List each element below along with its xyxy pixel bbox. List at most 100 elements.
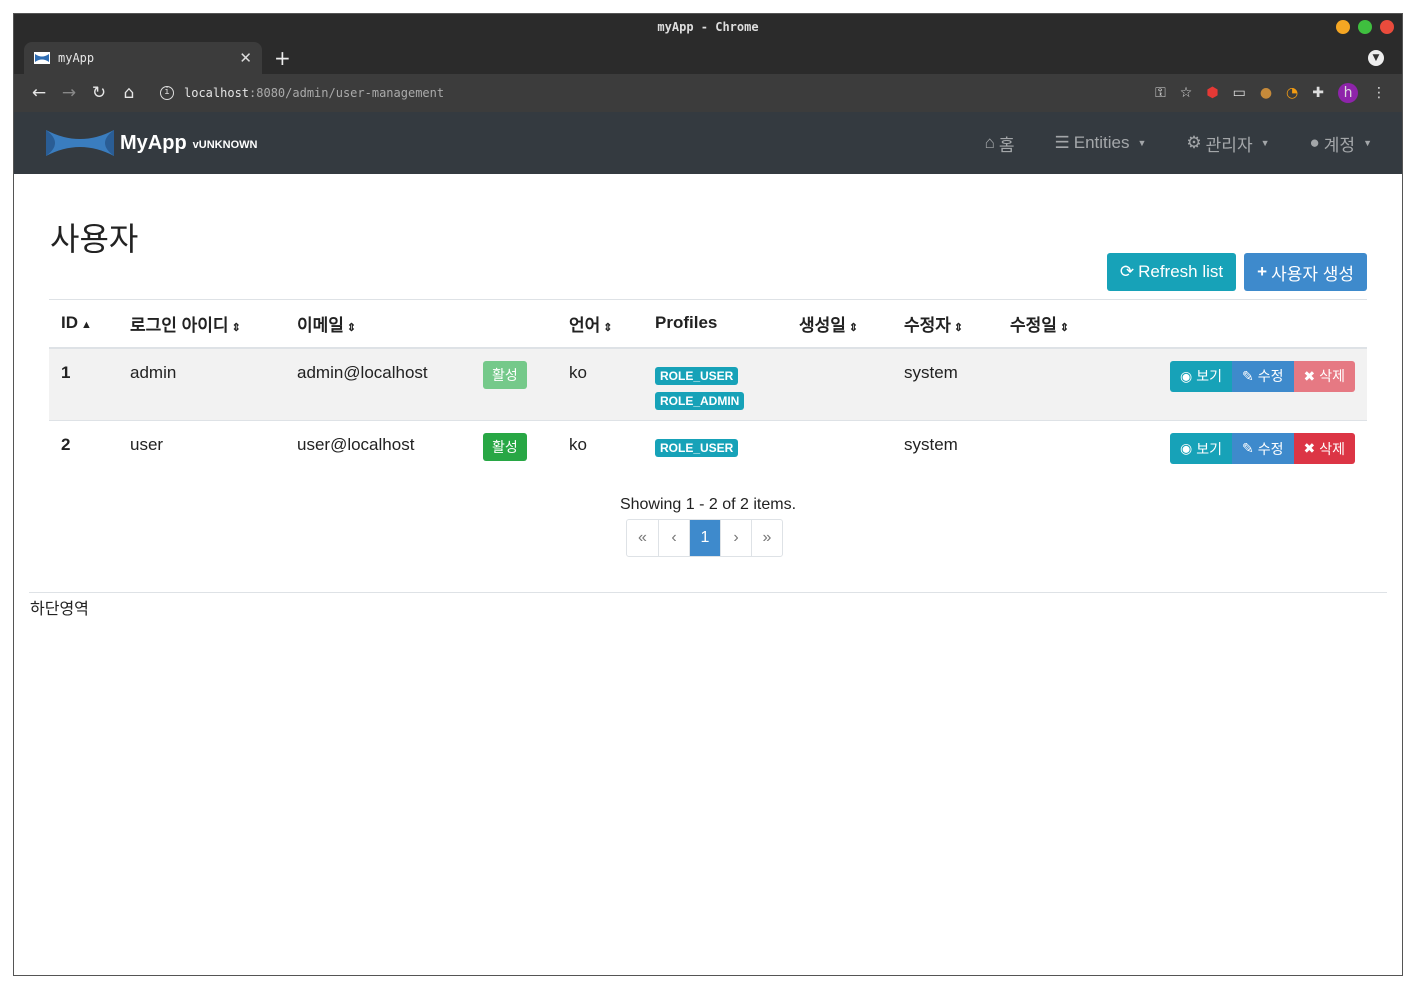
url-field[interactable]: i localhost:8080/admin/user-management [160, 86, 1155, 100]
status-badge[interactable]: 활성 [483, 433, 527, 461]
refresh-list-button[interactable]: ⟳ Refresh list [1106, 253, 1237, 291]
edit-button[interactable]: ✎ 수정 [1232, 433, 1294, 464]
page-last-button[interactable]: » [751, 520, 782, 556]
refresh-list-label: Refresh list [1138, 262, 1224, 281]
pagination-summary: Showing 1 - 2 of 2 items. [619, 496, 797, 513]
screen-extension-icon[interactable]: ▭ [1233, 85, 1246, 101]
page-prev-button[interactable]: ‹ [658, 520, 689, 556]
cell-profiles: ROLE_USER ROLE_ADMIN [643, 347, 787, 421]
rss-extension-icon[interactable]: ◔ [1286, 85, 1298, 101]
cell-modifier: system [892, 347, 998, 421]
close-window-button[interactable] [1380, 20, 1394, 34]
forward-button[interactable]: → [54, 83, 84, 103]
title-bar: myApp - Chrome [14, 14, 1402, 42]
nav-admin[interactable]: ⚙ 관리자 ▼ [1186, 131, 1269, 156]
delete-button[interactable]: ✖ 삭제 [1293, 433, 1355, 464]
cell-lang: ko [557, 420, 643, 493]
caret-down-icon: ▼ [1363, 138, 1372, 148]
col-login-label: 로그인 아이디 [130, 315, 229, 335]
maximize-button[interactable] [1358, 20, 1372, 34]
sort-icon: ⇕ [603, 321, 613, 334]
site-info-icon[interactable]: i [160, 86, 174, 100]
tab-strip: myApp ✕ + ▼ [14, 42, 1402, 74]
extensions-puzzle-icon[interactable]: ✚ [1312, 85, 1324, 101]
create-user-button[interactable]: + 사용자 생성 [1244, 253, 1367, 291]
user-icon: ● [1309, 133, 1320, 152]
nav-entities[interactable]: ☰ Entities ▼ [1055, 131, 1147, 156]
eye-icon: ◉ [1180, 367, 1193, 384]
col-created-label: 생성일 [799, 315, 846, 335]
new-tab-button[interactable]: + [274, 46, 291, 70]
view-label: 보기 [1196, 440, 1222, 457]
pencil-icon: ✎ [1242, 367, 1254, 384]
delete-button[interactable]: ✖ 삭제 [1293, 360, 1355, 392]
eye-icon: ◉ [1180, 440, 1193, 456]
browser-tab[interactable]: myApp ✕ [24, 42, 262, 74]
page-actions: ⟳ Refresh list + 사용자 생성 [1106, 253, 1367, 291]
profile-avatar[interactable]: h [1338, 83, 1358, 103]
footer-divider [29, 592, 1387, 593]
cell-modified [998, 347, 1098, 421]
col-login[interactable]: 로그인 아이디 ⇕ [118, 299, 285, 349]
edit-label: 수정 [1257, 368, 1284, 384]
home-button[interactable]: ⌂ [114, 83, 144, 103]
view-button[interactable]: ◉ 보기 [1170, 360, 1232, 392]
col-id-label: ID [61, 313, 78, 333]
view-button[interactable]: ◉ 보기 [1170, 433, 1232, 464]
edit-button[interactable]: ✎ 수정 [1232, 360, 1294, 392]
col-email[interactable]: 이메일 ⇕ [285, 299, 471, 349]
times-icon: ✖ [1303, 367, 1316, 384]
role-badge: ROLE_USER [655, 439, 739, 457]
brand-name: MyApp [120, 131, 187, 154]
address-bar: ← → ↻ ⌂ i localhost:8080/admin/user-mana… [14, 74, 1402, 112]
key-icon[interactable]: ⚿ [1155, 85, 1166, 101]
brand-version: vUNKNOWN [192, 139, 258, 151]
extension-toolbar: ⚿ ☆ ⬢ ▭ ● ◔ ✚ h ⋮ [1155, 83, 1386, 103]
row-actions: ◉ 보기 ✎ 수정 ✖ 삭제 [1110, 433, 1355, 464]
adblock-extension-icon[interactable]: ⬢ [1206, 85, 1218, 101]
times-icon: ✖ [1303, 440, 1316, 456]
nav-account[interactable]: ● 계정 ▼ [1310, 131, 1372, 156]
chrome-menu-icon[interactable]: ⋮ [1372, 85, 1386, 101]
cookie-extension-icon[interactable]: ● [1260, 85, 1272, 101]
col-modifier[interactable]: 수정자 ⇕ [892, 299, 998, 349]
sort-icon: ⇕ [953, 321, 964, 334]
cell-id[interactable]: 2 [49, 420, 118, 493]
minimize-button[interactable] [1336, 20, 1350, 34]
col-status [471, 299, 557, 349]
delete-label: 삭제 [1319, 368, 1345, 384]
nav-home[interactable]: ⌂ 홈 [985, 131, 1015, 156]
col-lang[interactable]: 언어 ⇕ [557, 299, 643, 349]
tab-title: myApp [58, 51, 95, 65]
col-modified[interactable]: 수정일 ⇕ [998, 299, 1098, 349]
col-id[interactable]: ID ▲ [49, 299, 118, 349]
app-navbar: MyApp vUNKNOWN ⌂ 홈 ☰ Entities ▼ ⚙ 관리자 ▼ ● 계정 ▼ [14, 112, 1402, 174]
status-badge[interactable]: 활성 [483, 360, 527, 389]
page-first-button[interactable]: « [627, 520, 658, 556]
tab-search-icon[interactable]: ▼ [1368, 50, 1384, 66]
table-header-row: ID ▲ 로그인 아이디 ⇕ 이메일 ⇕ 언어 ⇕ Profiles 생성일 ⇕ 수정자 ⇕… [49, 299, 1367, 349]
page-next-button[interactable]: › [720, 520, 751, 556]
reload-button[interactable]: ↻ [84, 83, 114, 103]
role-badge: ROLE_USER [655, 366, 739, 385]
sort-icon: ⇕ [848, 321, 859, 334]
delete-label: 삭제 [1319, 440, 1345, 457]
page-current-button[interactable]: 1 [689, 520, 720, 556]
back-button[interactable]: ← [24, 83, 54, 103]
window-controls [1336, 20, 1394, 34]
cell-profiles: ROLE_USER [643, 420, 787, 493]
row-actions: ◉ 보기 ✎ 수정 ✖ 삭제 [1110, 360, 1355, 392]
window-title: myApp - Chrome [657, 20, 759, 34]
col-profiles: Profiles [643, 299, 787, 349]
cell-login: admin [118, 347, 285, 421]
bookmark-star-icon[interactable]: ☆ [1180, 85, 1193, 101]
url-host: localhost [184, 86, 250, 100]
cell-id[interactable]: 1 [49, 347, 118, 421]
brand[interactable]: MyApp vUNKNOWN [44, 126, 257, 160]
close-tab-icon[interactable]: ✕ [239, 49, 252, 67]
app-favicon-icon [34, 52, 50, 64]
cell-actions: ◉ 보기 ✎ 수정 ✖ 삭제 [1098, 420, 1367, 493]
cell-email: admin@localhost [285, 347, 471, 421]
col-created[interactable]: 생성일 ⇕ [787, 299, 892, 349]
cell-login: user [118, 420, 285, 493]
